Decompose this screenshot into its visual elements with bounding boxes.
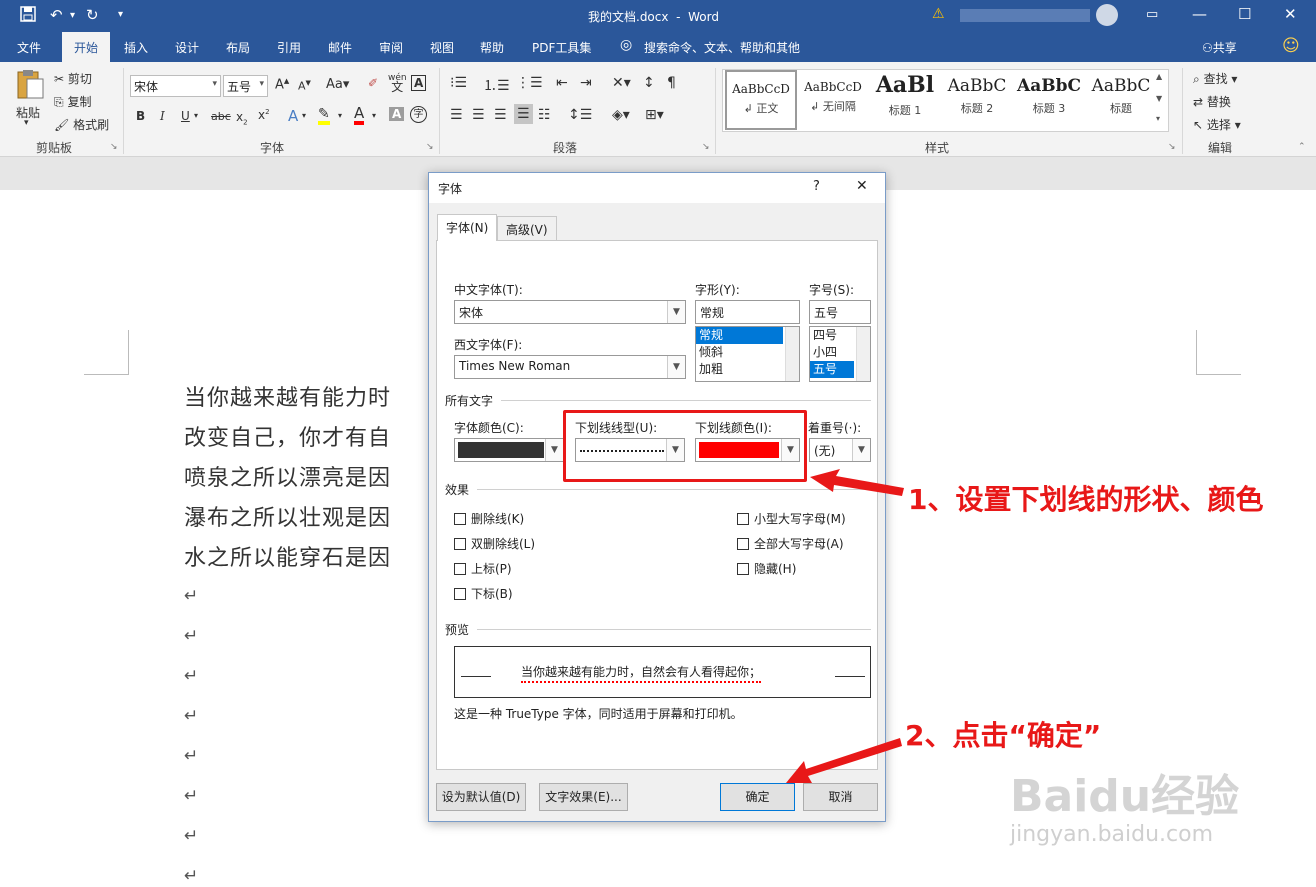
watermark-url: jingyan.baidu.com xyxy=(1010,822,1214,847)
arrow-step2 xyxy=(786,738,902,783)
arrow-step1 xyxy=(810,469,904,496)
tab-font[interactable]: 字体(N) xyxy=(437,214,498,241)
annotation-arrows xyxy=(786,469,904,783)
annotation-step2: 2、点击“确定” xyxy=(905,719,1102,752)
baidu-watermark: Baidu经验 xyxy=(1010,771,1240,822)
annotation-step1: 1、设置下划线的形状、颜色 xyxy=(908,483,1264,516)
